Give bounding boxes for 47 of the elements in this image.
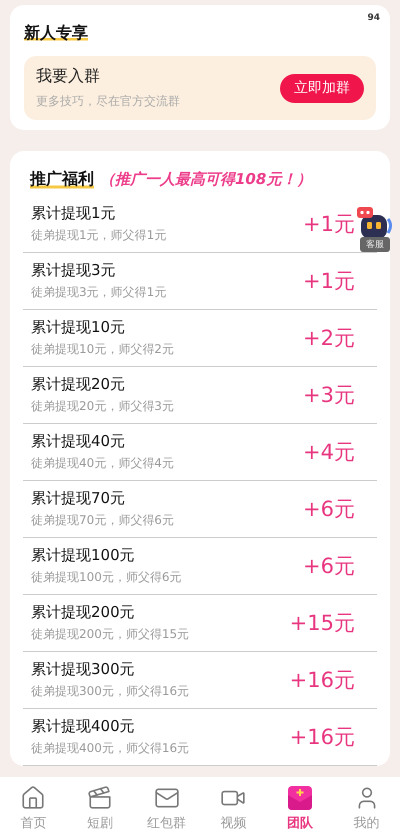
reward-amount: +1元: [303, 268, 355, 295]
reward-title: 累计提现200元: [31, 603, 136, 622]
reward-detail: 徒弟提现100元，师父得6元: [31, 569, 182, 586]
reward-amount: +6元: [303, 553, 355, 580]
reward-detail: 徒弟提现3元，师父得1元: [31, 284, 166, 301]
promo-highlight: （推广一人最高可得108元！）: [100, 170, 312, 189]
reward-amount: +6元: [303, 496, 355, 523]
home-icon: [20, 784, 46, 810]
join-button[interactable]: 立即加群: [280, 74, 364, 102]
banner-title: 我要入群: [36, 66, 101, 87]
tab-bar-item[interactable]: 视频: [200, 777, 267, 839]
reward-detail: 徒弟提现200元，师父得15元: [31, 626, 190, 643]
reward-detail: 徒弟提现400元，师父得16元: [31, 740, 190, 757]
reward-detail: 徒弟提现300元，师父得16元: [31, 683, 190, 700]
banner-subtitle: 更多技巧，尽在官方交流群: [36, 93, 180, 110]
reward-amount: +4元: [303, 439, 355, 466]
gift-envelope-icon: [286, 784, 314, 810]
reward-title: 累计提现100元: [31, 546, 136, 565]
reward-detail: 徒弟提现70元，师父得6元: [31, 512, 174, 529]
reward-title: 累计提现1元: [31, 204, 117, 223]
corner-number: 94: [367, 13, 380, 23]
reward-amount: +16元: [290, 667, 355, 694]
service-label: 客服: [360, 237, 390, 252]
reward-title: 累计提现400元: [31, 717, 136, 736]
reward-detail: 徒弟提现10元，师父得2元: [31, 341, 174, 358]
reward-amount: +3元: [303, 382, 355, 409]
reward-title: 累计提现70元: [31, 489, 126, 508]
clapperboard-icon: [87, 784, 113, 810]
reward-title: 累计提现20元: [31, 375, 126, 394]
tab-bar-item[interactable]: 短剧: [66, 777, 134, 839]
reward-amount: +1元: [303, 211, 355, 238]
reward-amount: +16元: [290, 724, 355, 751]
reward-detail: 徒弟提现1元，师父得1元: [31, 227, 166, 244]
reward-title: 累计提现40元: [31, 432, 126, 451]
reward-amount: +2元: [303, 325, 355, 352]
reward-title: 累计提现10元: [31, 318, 126, 337]
reward-amount: +15元: [290, 610, 355, 637]
reward-detail: 徒弟提现20元，师父得3元: [31, 398, 174, 415]
section-title: 新人专享: [24, 23, 88, 42]
tab-bar-item[interactable]: 红包群: [133, 777, 200, 839]
tab-bar-item[interactable]: 我的: [333, 777, 400, 839]
reward-title: 累计提现300元: [31, 660, 136, 679]
reward-title: 累计提现3元: [31, 261, 117, 280]
tab-bar-item[interactable]: 团队: [266, 777, 334, 839]
reward-detail: 徒弟提现40元，师父得4元: [31, 455, 174, 472]
tab-bar-item[interactable]: 首页: [0, 777, 67, 839]
section-title: 推广福利: [30, 169, 94, 190]
